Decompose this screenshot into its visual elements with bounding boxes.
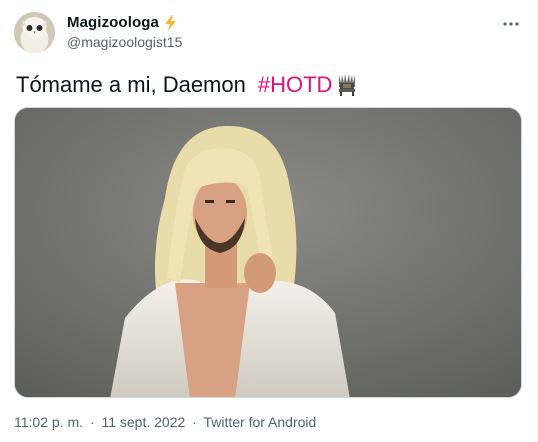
meta-separator: · — [192, 414, 197, 430]
tweet-photo[interactable] — [14, 107, 522, 398]
author-name-row: Magizoologa — [67, 14, 177, 31]
tweet-source[interactable]: Twitter for Android — [203, 414, 316, 430]
owl-avatar-icon — [14, 12, 55, 53]
tweet-meta: 11:02 p. m. · 11 sept. 2022 · Twitter fo… — [14, 414, 316, 430]
hashtag-link[interactable]: #HOTD — [258, 72, 333, 98]
tweet-text: Tómame a mi, Daemon #HOTD — [16, 72, 358, 98]
iron-throne-emoji-icon — [336, 73, 358, 97]
meta-separator: · — [89, 414, 95, 430]
avatar[interactable] — [14, 12, 55, 53]
tweet-date[interactable]: 11 sept. 2022 — [101, 414, 185, 430]
more-options-button[interactable] — [499, 12, 523, 36]
photo-image — [15, 108, 521, 397]
more-options-icon — [503, 22, 519, 26]
lightning-bolt-icon — [164, 14, 177, 31]
author-display-name[interactable]: Magizoologa — [67, 14, 159, 31]
tweet-body: Tómame a mi, Daemon — [16, 72, 246, 97]
tweet-time[interactable]: 11:02 p. m. — [14, 414, 83, 430]
author-handle[interactable]: @magizoologist15 — [67, 34, 182, 50]
tweet-card: Magizoologa @magizoologist15 Tómame a mi… — [0, 0, 538, 442]
